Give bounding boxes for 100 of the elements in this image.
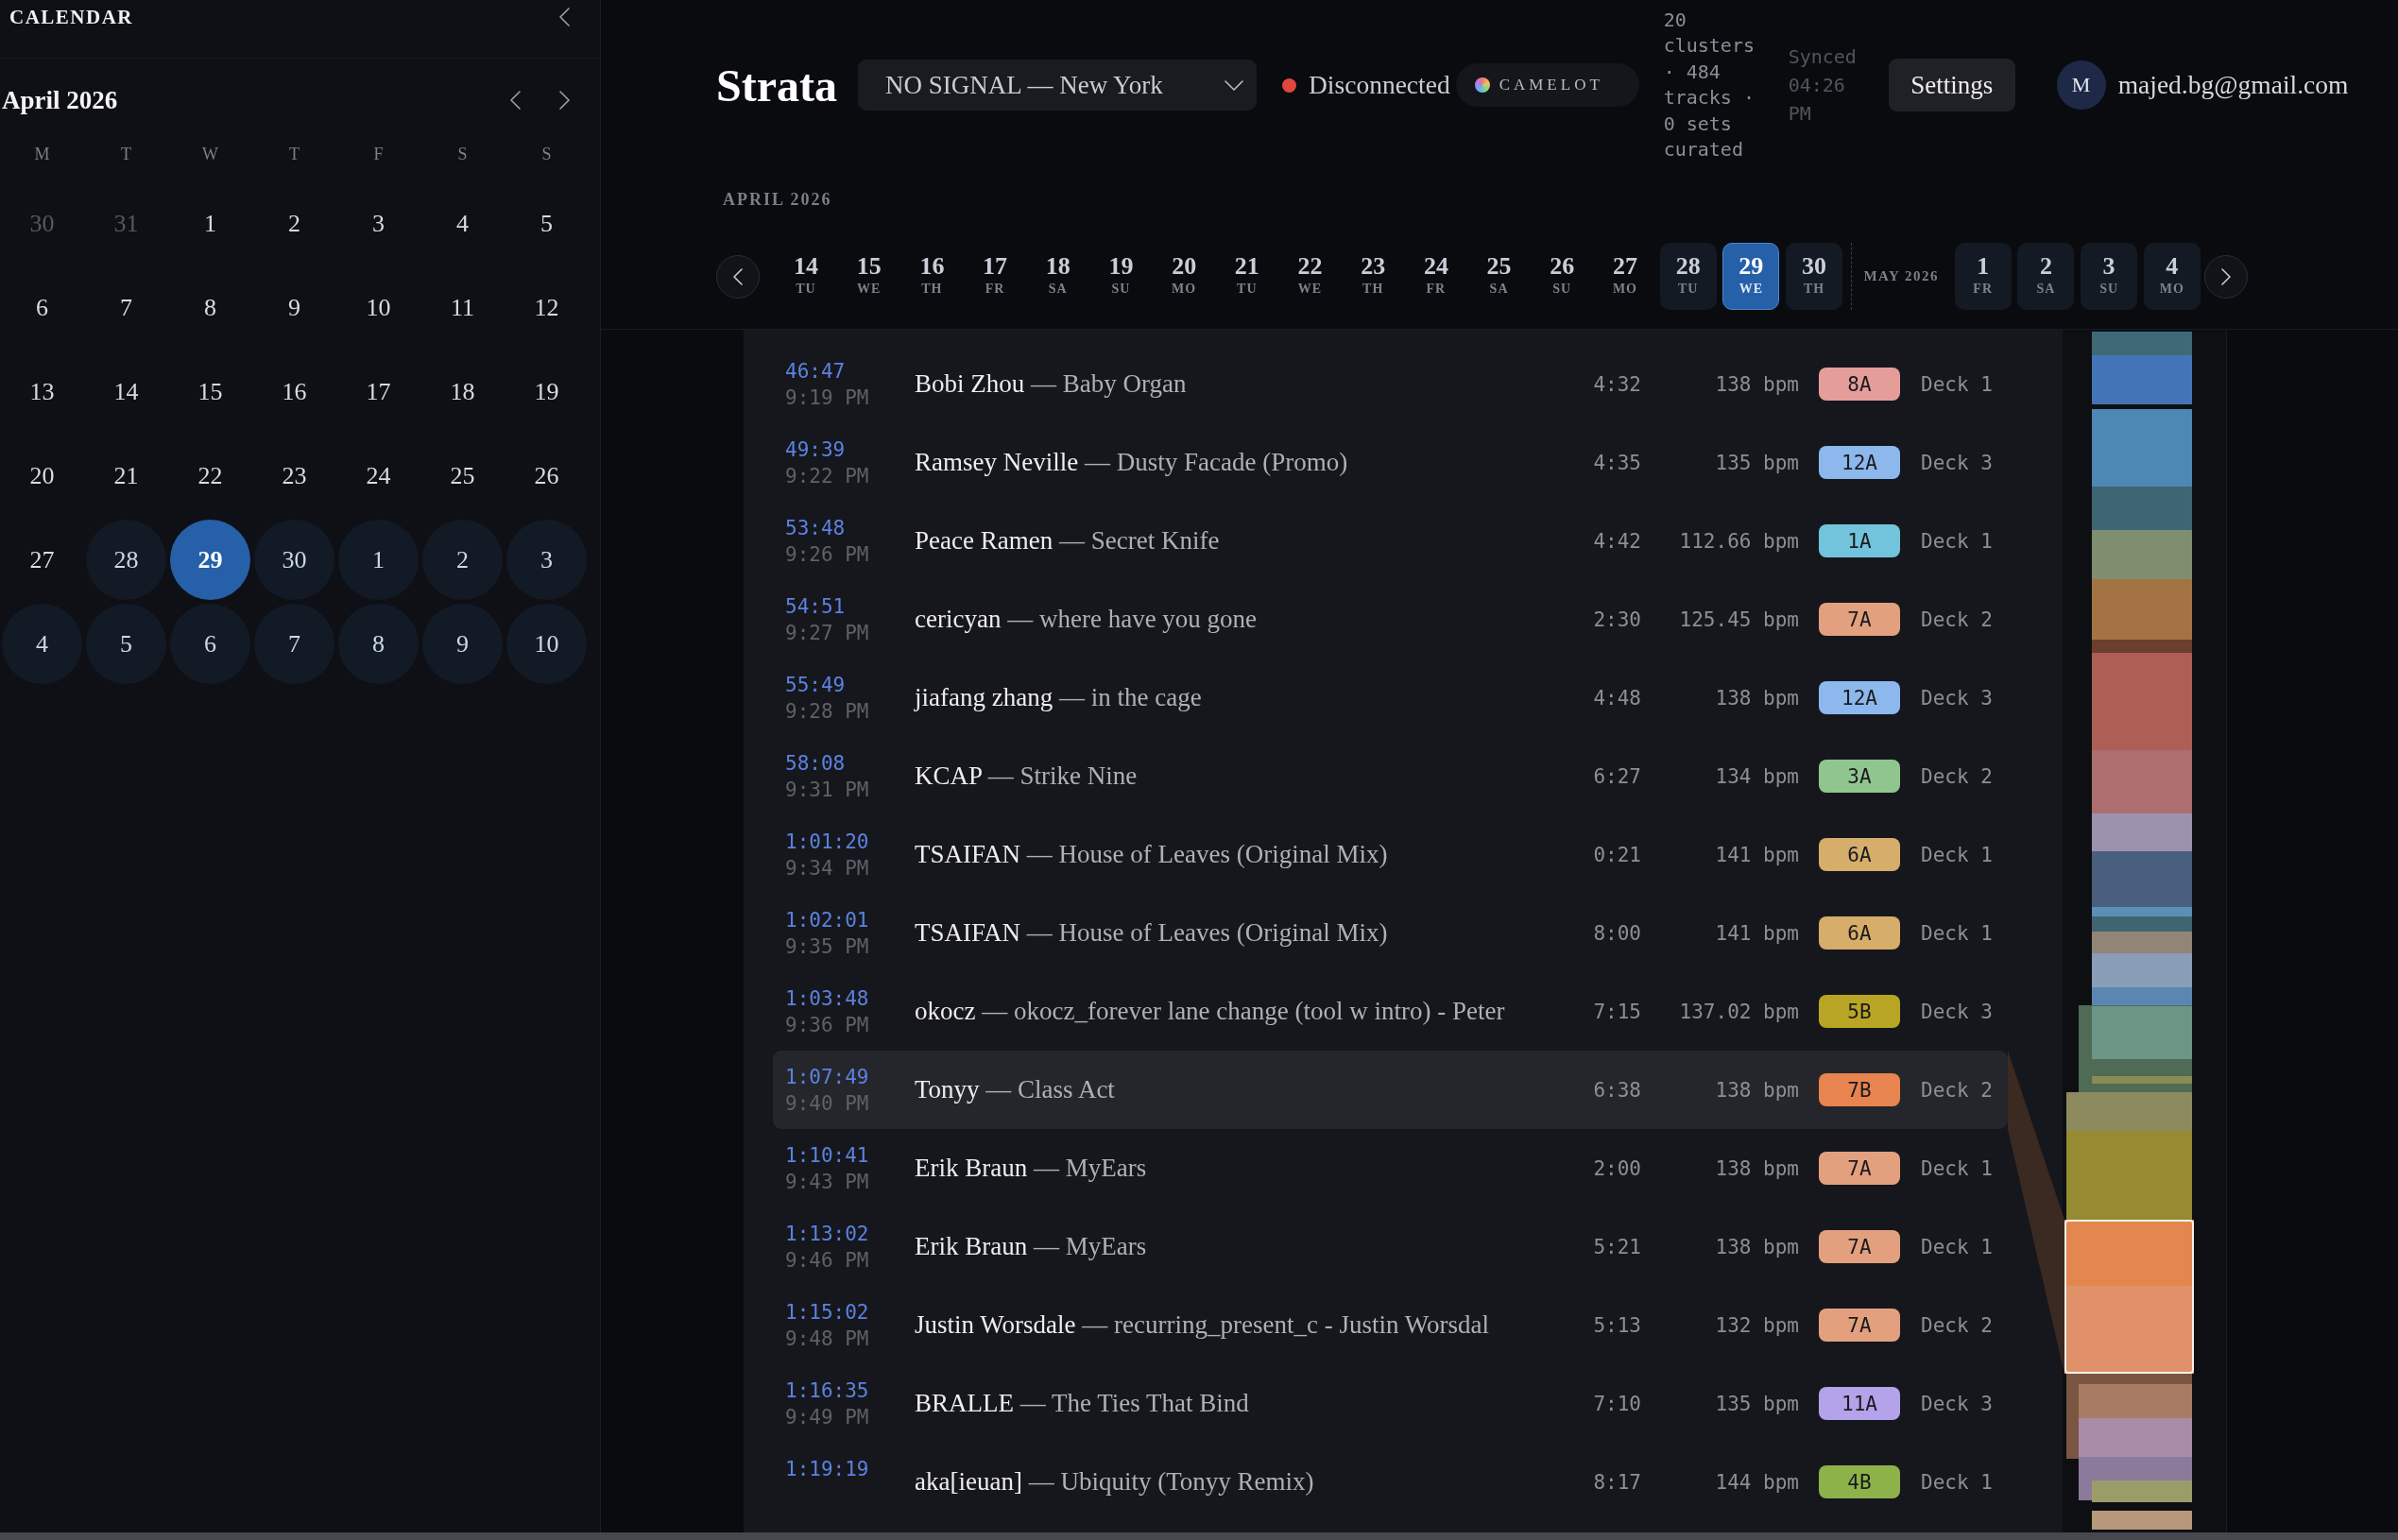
calendar-day[interactable]: 10	[338, 267, 419, 348]
date-tile[interactable]: 15 WE	[840, 243, 898, 310]
date-tile[interactable]: 4 MO	[2143, 243, 2201, 310]
clock-time: 9:40 PM	[785, 1090, 870, 1117]
date-tile[interactable]: 30 TH	[1786, 243, 1842, 310]
calendar-day[interactable]: 9	[254, 267, 334, 348]
calendar-day[interactable]: 20	[2, 436, 82, 516]
cue-time: 53:48	[785, 515, 847, 541]
calendar-day[interactable]: 13	[2, 351, 82, 432]
date-tile[interactable]: 3 SU	[2081, 243, 2138, 310]
date-tile[interactable]: 19 SU	[1092, 243, 1150, 310]
calendar-day[interactable]: 6	[2, 267, 82, 348]
horizontal-scrollbar[interactable]	[0, 1532, 2398, 1540]
calendar-day[interactable]: 21	[86, 436, 166, 516]
track-row[interactable]: 1:10:41 9:43 PM Erik Braun — MyEars 2:00 138 bpm 7A Deck 1	[773, 1129, 2008, 1207]
track-row[interactable]: 1:15:02 9:48 PM Justin Worsdale — recurring_present_c - Justin Worsdal 5:13 132 bpm 7A Deck 2	[773, 1286, 2008, 1364]
cue-time: 1:07:49	[785, 1064, 870, 1090]
track-row[interactable]: 55:49 9:28 PM jiafang zhang — in the cage 4:48 138 bpm 12A Deck 3	[773, 659, 2008, 737]
weekday-label: T	[289, 144, 300, 164]
calendar-day[interactable]: 7	[254, 604, 334, 684]
calendar-day[interactable]: 8	[338, 604, 419, 684]
calendar-day[interactable]: 24	[338, 436, 419, 516]
date-tile[interactable]: 21 TU	[1218, 243, 1276, 310]
calendar-day[interactable]: 27	[2, 520, 82, 600]
date-tile[interactable]: 1 FR	[1954, 243, 2012, 310]
user-avatar[interactable]: M	[2056, 60, 2106, 110]
cue-time: 1:02:01	[785, 907, 870, 933]
track-name: KCAP — Strike Nine	[915, 761, 1139, 791]
date-tile[interactable]: 29 WE	[1722, 243, 1780, 310]
calendar-day[interactable]: 25	[422, 436, 503, 516]
key-notation-toggle[interactable]: CAMELOT	[1455, 63, 1639, 107]
track-row[interactable]: 1:03:48 9:36 PM okocz — okocz_forever lane change (tool w intro) - Peter 7:15 137.02 bpm 5B Deck 3	[773, 972, 2008, 1051]
deck-label: Deck 2	[1921, 1313, 1994, 1337]
date-tile[interactable]: 26 SU	[1533, 243, 1591, 310]
calendar-day[interactable]: 2	[422, 520, 503, 600]
calendar-day[interactable]: 18	[422, 351, 503, 432]
calendar-day[interactable]: 17	[338, 351, 419, 432]
cue-time: 1:01:20	[785, 829, 870, 855]
calendar-day[interactable]: 16	[254, 351, 334, 432]
calendar-day[interactable]: 5	[86, 604, 166, 684]
calendar-day[interactable]: 3	[338, 183, 419, 264]
track-row[interactable]: 1:07:49 9:40 PM Tonyy — Class Act 6:38 138 bpm 7B Deck 2	[773, 1051, 2008, 1129]
station-select[interactable]: NO SIGNAL — New York	[857, 60, 1257, 111]
track-row[interactable]: 46:47 9:19 PM Bobi Zhou — Baby Organ 4:32 138 bpm 8A Deck 1	[773, 345, 2008, 423]
cue-time: 1:15:02	[785, 1299, 870, 1326]
cue-time: 55:49	[785, 672, 847, 698]
track-row[interactable]: 58:08 9:31 PM KCAP — Strike Nine 6:27 134 bpm 3A Deck 2	[773, 737, 2008, 815]
track-bpm: 141 bpm	[1714, 921, 1799, 945]
track-row[interactable]: 1:02:01 9:35 PM TSAIFAN — House of Leaves (Original Mix) 8:00 141 bpm 6A Deck 1	[773, 894, 2008, 972]
track-row[interactable]: 49:39 9:22 PM Ramsey Neville — Dusty Facade (Promo) 4:35 135 bpm 12A Deck 3	[773, 423, 2008, 502]
track-row[interactable]: 53:48 9:26 PM Peace Ramen — Secret Knife 4:42 112.66 bpm 1A Deck 1	[773, 502, 2008, 580]
date-tile[interactable]: 22 WE	[1281, 243, 1339, 310]
track-row[interactable]: 54:51 9:27 PM cericyan — where have you gone 2:30 125.45 bpm 7A Deck 2	[773, 580, 2008, 659]
calendar-day[interactable]: 12	[506, 267, 587, 348]
date-tile[interactable]: 23 TH	[1345, 243, 1402, 310]
calendar-day[interactable]: 8	[170, 267, 250, 348]
calendar-day[interactable]: 30	[254, 520, 334, 600]
track-name: cericyan — where have you gone	[915, 605, 1259, 634]
date-tile[interactable]: 25 SA	[1470, 243, 1528, 310]
calendar-day[interactable]: 14	[86, 351, 166, 432]
calendar-day[interactable]: 4	[422, 183, 503, 264]
date-tile[interactable]: 24 FR	[1407, 243, 1464, 310]
scroll-left-button[interactable]	[716, 254, 760, 299]
track-name: Justin Worsdale — recurring_present_c - Justin Worsdal	[915, 1310, 1491, 1340]
calendar-day[interactable]: 4	[2, 604, 82, 684]
settings-button[interactable]: Settings	[1888, 59, 2015, 111]
date-tile[interactable]: 28 TU	[1659, 243, 1717, 310]
track-row[interactable]: 1:16:35 9:49 PM BRALLE — The Ties That Bind 7:10 135 bpm 11A Deck 3	[773, 1364, 2008, 1443]
calendar-day[interactable]: 23	[254, 436, 334, 516]
calendar-day[interactable]: 2	[254, 183, 334, 264]
calendar-day[interactable]: 11	[422, 267, 503, 348]
calendar-day[interactable]: 29	[170, 520, 250, 600]
calendar-day[interactable]: 5	[506, 183, 587, 264]
date-tile[interactable]: 18 SA	[1029, 243, 1087, 310]
clock-time: 9:26 PM	[785, 541, 870, 568]
cue-time: 54:51	[785, 593, 847, 620]
scroll-right-button[interactable]	[2203, 254, 2248, 299]
chevron-left-icon	[733, 267, 743, 285]
calendar-day[interactable]: 1	[170, 183, 250, 264]
calendar-day[interactable]: 9	[422, 604, 503, 684]
date-tile[interactable]: 14 TU	[778, 243, 834, 310]
calendar-day[interactable]: 22	[170, 436, 250, 516]
calendar-day[interactable]: 26	[506, 436, 587, 516]
date-tile[interactable]: 20 MO	[1156, 243, 1213, 310]
calendar-day[interactable]: 3	[506, 520, 587, 600]
track-row[interactable]: 1:01:20 9:34 PM TSAIFAN — House of Leaves (Original Mix) 0:21 141 bpm 6A Deck 1	[773, 815, 2008, 894]
track-row[interactable]: 1:13:02 9:46 PM Erik Braun — MyEars 5:21 138 bpm 7A Deck 1	[773, 1207, 2008, 1286]
date-tile[interactable]: 27 MO	[1596, 243, 1653, 310]
calendar-day[interactable]: 10	[506, 604, 587, 684]
date-tile[interactable]: 16 TH	[903, 243, 961, 310]
calendar-day[interactable]: 6	[170, 604, 250, 684]
calendar-day[interactable]: 7	[86, 267, 166, 348]
calendar-day[interactable]: 19	[506, 351, 587, 432]
track-bpm: 144 bpm	[1714, 1470, 1799, 1494]
track-row[interactable]: 1:19:19 aka[ieuan] — Ubiquity (Tonyy Remix) 8:17 144 bpm 4B Deck 1	[773, 1443, 2008, 1521]
calendar-day[interactable]: 15	[170, 351, 250, 432]
calendar-day[interactable]: 1	[338, 520, 419, 600]
calendar-day[interactable]: 28	[86, 520, 166, 600]
date-tile[interactable]: 17 FR	[967, 243, 1024, 310]
date-tile[interactable]: 2 SA	[2017, 243, 2075, 310]
